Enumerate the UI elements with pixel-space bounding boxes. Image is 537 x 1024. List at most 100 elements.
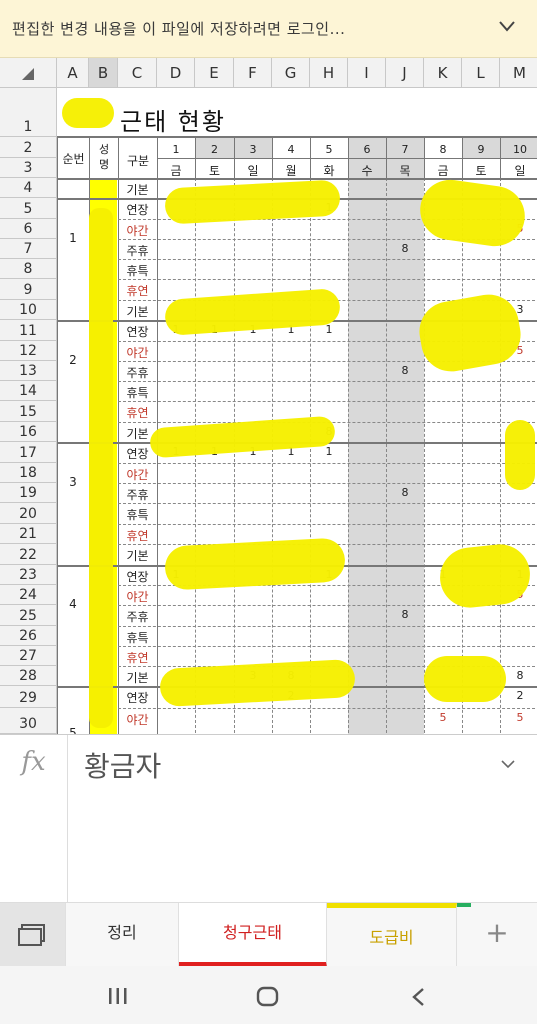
redaction-mark bbox=[424, 656, 506, 702]
column-header-j[interactable]: J bbox=[386, 58, 424, 88]
row-header-19[interactable]: 19 bbox=[0, 483, 57, 503]
cell-value: 5 bbox=[439, 711, 447, 724]
row-number: 24 bbox=[19, 587, 37, 603]
category-label: 휴특 bbox=[126, 508, 149, 522]
row-number: 20 bbox=[19, 506, 37, 522]
weekday: 수 bbox=[361, 164, 373, 178]
row-header-20[interactable]: 20 bbox=[0, 503, 57, 524]
row-header-11[interactable]: 11 bbox=[0, 320, 57, 341]
add-sheet-button[interactable]: + bbox=[457, 903, 537, 967]
day-number: 9 bbox=[477, 143, 485, 156]
row-header-5[interactable]: 5 bbox=[0, 198, 57, 219]
home-icon[interactable] bbox=[256, 986, 280, 1008]
row-header-8[interactable]: 8 bbox=[0, 259, 57, 279]
row-number: 8 bbox=[23, 261, 33, 277]
row-header-15[interactable]: 15 bbox=[0, 401, 57, 422]
tab-sheet-1[interactable]: 정리 bbox=[66, 903, 179, 967]
grid-line bbox=[118, 503, 537, 504]
row-header-3[interactable]: 3 bbox=[0, 158, 57, 178]
row-number: 13 bbox=[19, 363, 37, 379]
android-nav-bar bbox=[0, 966, 537, 1024]
category-label: 주휴 bbox=[126, 610, 149, 624]
redaction-mark bbox=[89, 208, 113, 728]
category-label: 휴특 bbox=[126, 631, 149, 645]
redaction-mark bbox=[62, 98, 114, 128]
row-header-29[interactable]: 29 bbox=[0, 686, 57, 708]
column-header-l[interactable]: L bbox=[462, 58, 500, 88]
column-header-a[interactable]: A bbox=[57, 58, 89, 88]
column-header-m[interactable]: M bbox=[500, 58, 537, 88]
row-header-22[interactable]: 22 bbox=[0, 544, 57, 565]
tab-sheet-2[interactable]: 청구근태 bbox=[179, 903, 327, 967]
row-number: 2 bbox=[23, 140, 33, 156]
grid-line bbox=[118, 626, 537, 627]
spreadsheet-grid[interactable]: ABCDEFGHIJKLM 1 2 3 4 5 6 7 8 9 10 11 12 13 14 15 16 17 1… bbox=[0, 58, 537, 734]
row-number: 10 bbox=[19, 302, 37, 318]
formula-value[interactable]: 황금자 bbox=[84, 745, 161, 785]
column-header-f[interactable]: F bbox=[234, 58, 272, 88]
row-number: 25 bbox=[19, 608, 37, 624]
row-header-25[interactable]: 25 bbox=[0, 605, 57, 626]
row-header-30[interactable]: 30 bbox=[0, 708, 57, 734]
login-banner[interactable]: 편집한 변경 내용을 이 파일에 저장하려면 로그인... bbox=[0, 0, 537, 58]
column-header-d[interactable]: D bbox=[157, 58, 195, 88]
grid-line bbox=[118, 381, 537, 382]
row-header-24[interactable]: 24 bbox=[0, 585, 57, 605]
group-number: 3 bbox=[69, 475, 77, 489]
grid-line bbox=[157, 158, 537, 159]
weekday: 금 bbox=[170, 164, 182, 178]
row-header-28[interactable]: 28 bbox=[0, 666, 57, 686]
row-header-12[interactable]: 12 bbox=[0, 341, 57, 361]
category-label: 기본 bbox=[126, 549, 149, 563]
category-label: 휴특 bbox=[126, 386, 149, 400]
row-header-4[interactable]: 4 bbox=[0, 178, 57, 198]
banner-text: 편집한 변경 내용을 이 파일에 저장하려면 로그인... bbox=[12, 20, 346, 38]
category-label: 주휴 bbox=[126, 244, 149, 258]
row-header-1[interactable]: 1 bbox=[0, 88, 57, 137]
formula-bar[interactable]: fx 황금자 bbox=[0, 734, 537, 903]
grid-line bbox=[57, 137, 58, 734]
chevron-down-icon[interactable] bbox=[497, 16, 517, 36]
grid-line bbox=[118, 646, 537, 647]
column-header-b[interactable]: B bbox=[89, 58, 118, 88]
row-header-27[interactable]: 27 bbox=[0, 646, 57, 666]
row-header-9[interactable]: 9 bbox=[0, 279, 57, 300]
sheet-list-button[interactable] bbox=[0, 903, 66, 967]
grid-line bbox=[118, 463, 537, 464]
row-header-14[interactable]: 14 bbox=[0, 381, 57, 401]
row-number: 28 bbox=[19, 668, 37, 684]
row-header-26[interactable]: 26 bbox=[0, 626, 57, 646]
row-number: 18 bbox=[19, 465, 37, 481]
fx-icon[interactable]: fx bbox=[0, 735, 68, 903]
row-header-17[interactable]: 17 bbox=[0, 442, 57, 463]
header-type: 구분 bbox=[126, 154, 150, 168]
back-icon[interactable] bbox=[408, 986, 430, 1008]
tab-sheet-3[interactable]: 도급비 bbox=[327, 903, 457, 967]
row-number: 26 bbox=[19, 628, 37, 644]
column-header-k[interactable]: K bbox=[424, 58, 462, 88]
row-header-23[interactable]: 23 bbox=[0, 565, 57, 585]
category-label: 주휴 bbox=[126, 366, 149, 380]
select-all-corner[interactable] bbox=[0, 58, 57, 88]
triangle-icon bbox=[22, 68, 34, 80]
cell-value: 5 bbox=[516, 711, 524, 724]
row-header-10[interactable]: 10 bbox=[0, 300, 57, 320]
row-header-13[interactable]: 13 bbox=[0, 361, 57, 381]
column-header-h[interactable]: H bbox=[310, 58, 348, 88]
row-header-7[interactable]: 7 bbox=[0, 239, 57, 259]
row-header-21[interactable]: 21 bbox=[0, 524, 57, 544]
group-number: 4 bbox=[69, 597, 77, 611]
row-header-18[interactable]: 18 bbox=[0, 463, 57, 483]
row-header-2[interactable]: 2 bbox=[0, 137, 57, 158]
recent-apps-icon[interactable] bbox=[106, 986, 130, 1006]
grid-line bbox=[462, 178, 463, 734]
column-header-i[interactable]: I bbox=[348, 58, 386, 88]
row-header-6[interactable]: 6 bbox=[0, 219, 57, 239]
redaction-mark bbox=[164, 179, 341, 225]
header-name: 성명 bbox=[98, 143, 110, 171]
column-header-c[interactable]: C bbox=[118, 58, 157, 88]
column-header-e[interactable]: E bbox=[195, 58, 234, 88]
chevron-down-icon[interactable] bbox=[499, 755, 517, 773]
row-header-16[interactable]: 16 bbox=[0, 422, 57, 442]
column-header-g[interactable]: G bbox=[272, 58, 310, 88]
